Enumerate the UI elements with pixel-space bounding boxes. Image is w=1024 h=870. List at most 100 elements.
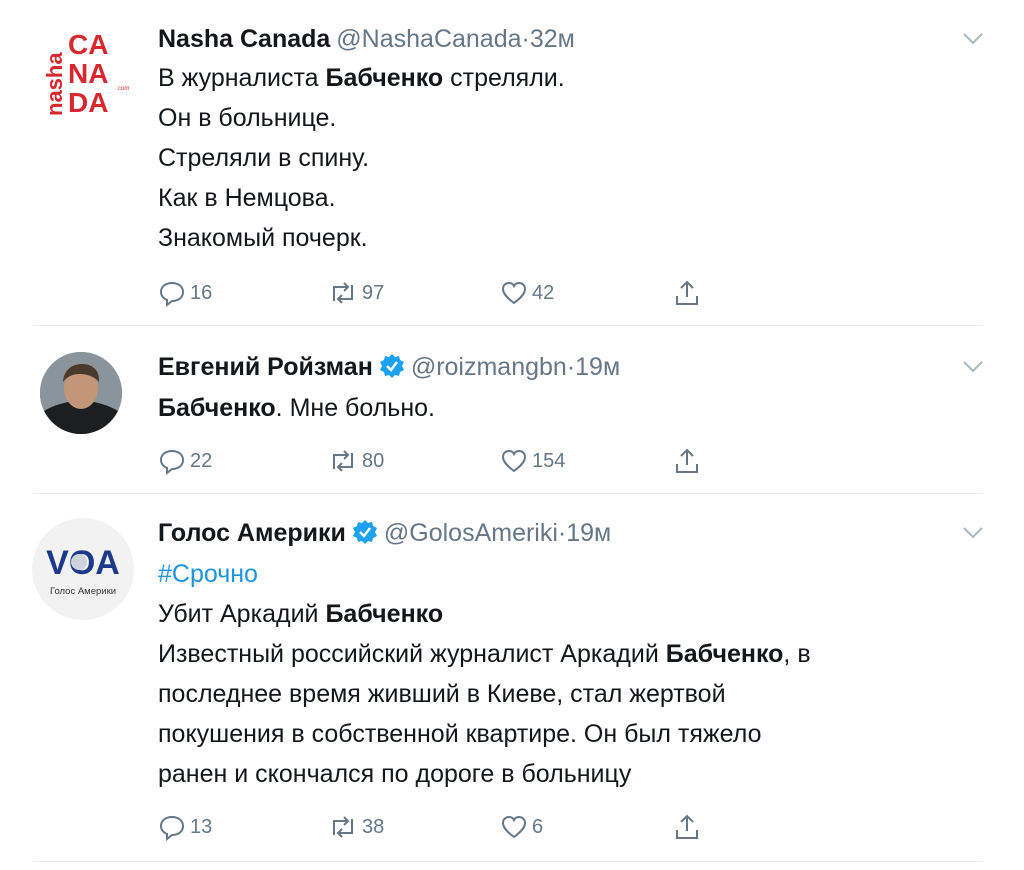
hashtag-link[interactable]: #Срочно xyxy=(158,560,258,588)
retweet-icon xyxy=(333,282,353,304)
retweet-button[interactable]: 38 xyxy=(328,812,384,842)
tweet-text-line: покушения в собственной квартире. Он был… xyxy=(158,714,811,754)
bold-text: Бабченко xyxy=(665,640,784,668)
tweet-text-line: Он в больнице. xyxy=(158,98,565,138)
tweet-divider xyxy=(33,861,983,862)
tweet-text: Бабченко. Мне больно. xyxy=(158,388,435,428)
avatar-side-text: nasha xyxy=(42,52,67,116)
tweet-header: Голос Америки @GolosAmeriki·19м xyxy=(158,516,611,554)
reply-count: 22 xyxy=(190,449,213,472)
reply-button[interactable]: 13 xyxy=(158,812,212,842)
share-icon xyxy=(676,448,698,473)
like-count: 42 xyxy=(532,281,555,304)
separator-dot: · xyxy=(566,353,576,381)
tweet-text-line: Убит Аркадий Бабченко xyxy=(158,594,811,634)
avatar-letters-2: NA xyxy=(68,58,108,89)
reply-count: 13 xyxy=(190,815,213,838)
reply-button[interactable]: 16 xyxy=(158,278,212,308)
share-icon xyxy=(676,280,698,305)
author-handle[interactable]: @roizmangbn xyxy=(411,353,567,381)
tweet-actions: 13 38 6 xyxy=(158,812,718,842)
author-name[interactable]: Евгений Ройзман xyxy=(158,353,373,381)
text-segment: Он в больнице. xyxy=(158,104,337,132)
verified-badge-icon xyxy=(379,353,405,388)
tweet[interactable]: VOA Голос Америки Голос Америки @GolosAme… xyxy=(0,494,1024,870)
text-segment: стреляли. xyxy=(443,64,565,92)
tweet-text-line: В журналиста Бабченко стреляли. xyxy=(158,58,565,98)
reply-button[interactable]: 22 xyxy=(158,446,212,476)
reply-icon xyxy=(159,815,185,841)
separator-dot: · xyxy=(521,25,530,53)
text-segment: Знакомый почерк. xyxy=(158,224,368,252)
reply-icon xyxy=(159,281,185,307)
tweet-time[interactable]: 19м xyxy=(575,353,620,381)
tweet-text: #Срочно Убит Аркадий Бабченко Известный ро… xyxy=(158,554,811,794)
text-segment: В журналиста xyxy=(158,64,326,92)
heart-icon xyxy=(501,281,527,305)
author-handle[interactable]: @GolosAmeriki xyxy=(384,519,558,547)
chevron-down-icon[interactable] xyxy=(962,360,984,379)
tweet[interactable]: Евгений Ройзман @roizmangbn·19м Бабченко.… xyxy=(0,326,1024,494)
tweet-text-line: #Срочно xyxy=(158,554,811,594)
tweet-text-line: Известный российский журналист Аркадий Б… xyxy=(158,634,811,674)
text-segment: Убит Аркадий xyxy=(158,600,326,628)
retweet-count: 80 xyxy=(362,449,385,472)
retweet-button[interactable]: 80 xyxy=(328,446,384,476)
reply-count: 16 xyxy=(190,281,213,304)
avatar[interactable]: VOA Голос Америки xyxy=(32,518,134,620)
bold-text: Бабченко xyxy=(158,394,276,422)
tweet-actions: 16 97 42 xyxy=(158,278,718,308)
tweet-actions: 22 80 154 xyxy=(158,446,718,476)
text-segment: Как в Немцова. xyxy=(158,184,336,212)
tweet-text-line: Как в Немцова. xyxy=(158,178,565,218)
tweet-header: Евгений Ройзман @roizmangbn·19м xyxy=(158,350,620,388)
retweet-count: 97 xyxy=(362,281,385,304)
share-button[interactable] xyxy=(673,278,705,308)
heart-icon xyxy=(501,815,527,839)
reply-icon xyxy=(159,449,185,475)
avatar[interactable] xyxy=(40,352,122,434)
text-segment: . Мне больно. xyxy=(275,394,435,422)
like-button[interactable]: 154 xyxy=(500,446,565,476)
separator-dot: · xyxy=(557,519,567,547)
tweet-text: В журналиста Бабченко стреляли. Он в боль… xyxy=(158,58,565,258)
retweet-button[interactable]: 97 xyxy=(328,278,384,308)
retweet-icon xyxy=(333,450,353,472)
tweet-time[interactable]: 19м xyxy=(566,519,611,547)
like-button[interactable]: 6 xyxy=(500,812,543,842)
tweet-text-line: Стреляли в спину. xyxy=(158,138,565,178)
retweet-icon xyxy=(333,816,353,838)
text-segment: Известный российский журналист Аркадий xyxy=(158,640,666,668)
author-name[interactable]: Голос Америки xyxy=(158,519,346,547)
bold-text: Бабченко xyxy=(325,600,444,628)
tweet-text-line: Знакомый почерк. xyxy=(158,218,565,258)
tweet-text-line: последнее время живший в Киеве, стал жер… xyxy=(158,674,811,714)
like-button[interactable]: 42 xyxy=(500,278,554,308)
avatar-caption: Голос Америки xyxy=(50,586,116,597)
like-count: 6 xyxy=(532,815,544,838)
avatar[interactable]: nasha CA NA DA com xyxy=(42,28,132,118)
avatar-small-text: com xyxy=(118,86,129,92)
avatar-letters-3: DA xyxy=(68,87,108,118)
share-button[interactable] xyxy=(673,446,705,476)
avatar-letters-1: CA xyxy=(68,29,108,60)
chevron-down-icon[interactable] xyxy=(962,526,984,545)
bold-text: Бабченко xyxy=(325,64,444,92)
heart-icon xyxy=(501,449,527,473)
tweet-text-line: Бабченко. Мне больно. xyxy=(158,388,435,428)
share-icon xyxy=(676,814,698,839)
tweet-header: Nasha Canada @NashaCanada·32м xyxy=(158,22,575,56)
verified-badge-icon xyxy=(352,519,378,554)
share-button[interactable] xyxy=(673,812,705,842)
chevron-down-icon[interactable] xyxy=(962,32,984,51)
author-name[interactable]: Nasha Canada xyxy=(158,25,330,53)
tweet-time[interactable]: 32м xyxy=(530,25,575,53)
text-segment: Стреляли в спину. xyxy=(158,144,370,172)
like-count: 154 xyxy=(532,449,566,472)
author-handle[interactable]: @NashaCanada xyxy=(336,25,521,53)
text-segment: ранен и скончался по дороге в больницу xyxy=(158,760,632,788)
tweet-text-line: ранен и скончался по дороге в больницу xyxy=(158,754,811,794)
text-segment: покушения в собственной квартире. Он был… xyxy=(158,720,762,748)
retweet-count: 38 xyxy=(362,815,385,838)
tweet[interactable]: nasha CA NA DA com Nasha Canada @NashaCan… xyxy=(0,0,1024,326)
